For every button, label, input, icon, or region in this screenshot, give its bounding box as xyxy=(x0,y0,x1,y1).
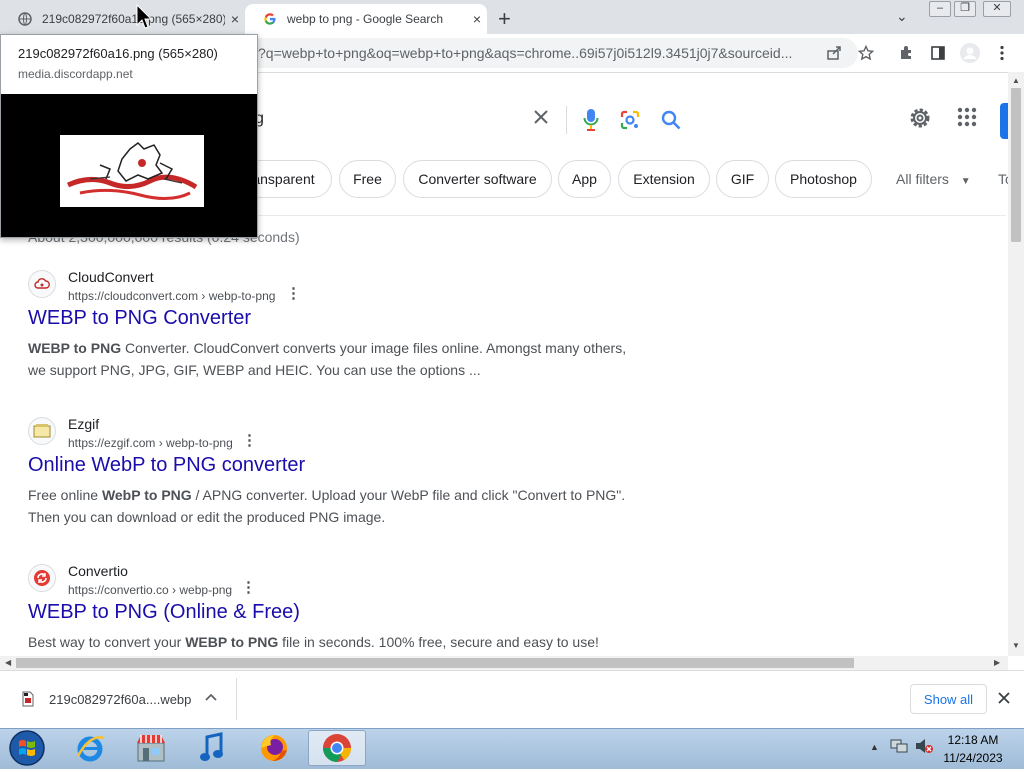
chip-label: GIF xyxy=(730,171,755,187)
show-all-downloads-button[interactable]: Show all xyxy=(910,684,987,714)
snippet-text: Free online xyxy=(28,487,102,503)
result-title-link[interactable]: Online WebP to PNG converter xyxy=(28,454,305,477)
profile-avatar-icon[interactable] xyxy=(959,42,981,64)
tab-title: 219c082972f60a16.png (565×280) xyxy=(42,12,225,26)
new-tab-button[interactable]: + xyxy=(498,6,511,32)
snippet-bold: WebP to PNG xyxy=(101,487,192,503)
clock-date[interactable]: 11/24/2023 xyxy=(938,751,1008,765)
hover-card-domain: media.discordapp.net xyxy=(18,67,133,81)
google-icon xyxy=(263,12,277,26)
snippet-text: Best way to convert your xyxy=(28,634,186,650)
chrome-icon[interactable] xyxy=(313,730,361,766)
chip-label: Converter software xyxy=(418,171,537,187)
result-title-link[interactable]: WEBP to PNG Converter xyxy=(28,307,251,330)
snippet-bold: WEBP to PNG xyxy=(28,340,122,356)
mouse-cursor-icon xyxy=(136,3,153,30)
scroll-right-arrow-icon[interactable]: ▶ xyxy=(994,658,1000,667)
show-hidden-icons-arrow-icon[interactable]: ▲ xyxy=(870,742,879,752)
restore-button[interactable]: ❐ xyxy=(954,1,976,17)
close-window-button[interactable]: ✕ xyxy=(983,1,1011,17)
settings-gear-icon[interactable] xyxy=(908,106,932,136)
menu-kebab-icon[interactable] xyxy=(991,42,1013,64)
filter-chip-gif[interactable]: GIF xyxy=(716,160,769,198)
filter-chip-converter-software[interactable]: Converter software xyxy=(403,160,552,198)
start-button-icon[interactable] xyxy=(6,729,48,772)
bookmark-star-icon[interactable] xyxy=(855,42,877,64)
filter-chip-photoshop[interactable]: Photoshop xyxy=(775,160,872,198)
result-url[interactable]: https://convertio.co › webp-png xyxy=(68,583,232,597)
result-title-link[interactable]: WEBP to PNG (Online & Free) xyxy=(28,601,300,624)
address-text[interactable]: ?q=webp+to+png&oq=webp+to+png&aqs=chrome… xyxy=(258,45,810,61)
google-apps-icon[interactable] xyxy=(956,106,978,134)
ezgif-favicon-icon xyxy=(28,417,56,445)
search-submit-icon[interactable] xyxy=(660,109,682,136)
chip-label: Extension xyxy=(633,171,695,187)
result-site-name[interactable]: CloudConvert xyxy=(68,269,154,285)
result-site-name[interactable]: Ezgif xyxy=(68,416,99,432)
result-url[interactable]: https://cloudconvert.com › webp-to-png xyxy=(68,289,275,303)
chip-label: Photoshop xyxy=(790,171,857,187)
show-all-label: Show all xyxy=(923,691,974,707)
result-snippet: Free online WebP to PNG / APNG converter… xyxy=(28,484,638,528)
vertical-scroll-thumb[interactable] xyxy=(1011,88,1021,242)
result-url[interactable]: https://ezgif.com › webp-to-png xyxy=(68,436,233,450)
chevron-up-icon[interactable] xyxy=(205,690,217,704)
result-snippet: WEBP to PNG Converter. CloudConvert conv… xyxy=(28,337,638,381)
hover-card-title: 219c082972f60a16.png (565×280) xyxy=(18,46,218,61)
filter-chip-app[interactable]: App xyxy=(558,160,611,198)
globe-icon xyxy=(18,12,32,26)
result-site-name[interactable]: Convertio xyxy=(68,563,128,579)
firefox-icon[interactable] xyxy=(250,730,298,766)
volume-muted-icon[interactable] xyxy=(914,738,934,757)
lens-search-icon[interactable] xyxy=(620,110,640,135)
tab-title: webp to png - Google Search xyxy=(287,12,444,26)
close-download-bar-icon[interactable] xyxy=(998,688,1010,709)
horizontal-scroll-thumb[interactable] xyxy=(16,658,854,668)
tab-image[interactable]: 219c082972f60a16.png (565×280) × xyxy=(0,4,245,34)
tab-close-button[interactable]: × xyxy=(467,11,487,27)
chip-label: App xyxy=(572,171,597,187)
result-more-options-icon[interactable]: ⋮ xyxy=(241,578,256,596)
scroll-down-arrow-icon[interactable]: ▼ xyxy=(1012,641,1020,650)
clear-search-icon[interactable] xyxy=(532,108,550,132)
clock-time[interactable]: 12:18 AM xyxy=(938,733,1008,747)
filter-chip-free[interactable]: Free xyxy=(339,160,396,198)
divider xyxy=(258,215,1006,216)
all-filters-dropdown[interactable]: All filters ▼ xyxy=(896,171,971,187)
internet-explorer-icon[interactable] xyxy=(66,730,114,766)
snippet-bold: WEBP to PNG xyxy=(185,634,279,650)
snippet-text: file in seconds. 100% free, secure and e… xyxy=(278,634,599,650)
preview-image xyxy=(60,135,204,207)
tab-close-button[interactable]: × xyxy=(225,11,245,27)
scroll-up-arrow-icon[interactable]: ▲ xyxy=(1012,76,1020,85)
music-player-icon[interactable] xyxy=(188,730,236,766)
minimize-button[interactable]: – xyxy=(929,1,951,17)
search-divider xyxy=(566,106,567,134)
all-filters-label: All filters xyxy=(896,171,949,187)
caret-down-icon: ▼ xyxy=(960,176,971,187)
cloudconvert-favicon-icon xyxy=(28,270,56,298)
side-panel-icon[interactable] xyxy=(927,42,949,64)
file-icon xyxy=(22,691,34,712)
result-more-options-icon[interactable]: ⋮ xyxy=(242,431,257,449)
chip-label: ansparent xyxy=(252,171,315,187)
store-icon[interactable] xyxy=(127,730,175,766)
result-snippet: Best way to convert your WEBP to PNG fil… xyxy=(28,631,638,653)
convertio-favicon-icon xyxy=(28,564,56,592)
extensions-icon[interactable] xyxy=(895,42,917,64)
tab-search-button[interactable]: ⌄ xyxy=(896,8,908,25)
network-icon[interactable] xyxy=(890,738,908,757)
share-icon[interactable] xyxy=(823,42,845,64)
download-filename[interactable]: 219c082972f60a....webp xyxy=(49,692,191,707)
chip-label: Free xyxy=(353,171,382,187)
scroll-left-arrow-icon[interactable]: ◀ xyxy=(5,658,11,667)
divider xyxy=(236,678,237,720)
tab-google-search[interactable]: webp to png - Google Search × xyxy=(245,4,487,34)
voice-search-icon[interactable] xyxy=(583,108,599,137)
result-more-options-icon[interactable]: ⋮ xyxy=(286,284,301,302)
filter-chip-extension[interactable]: Extension xyxy=(618,160,710,198)
